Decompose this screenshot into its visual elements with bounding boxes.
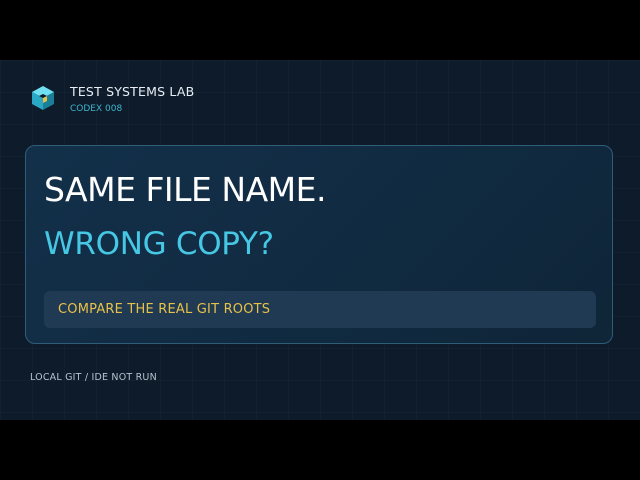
callout-text: COMPARE THE REAL GIT ROOTS [58, 302, 271, 317]
footer-note: LOCAL GIT / IDE NOT RUN [30, 372, 157, 383]
brand-header: TEST SYSTEMS LAB CODEX 008 [30, 84, 194, 116]
brand-text: TEST SYSTEMS LAB CODEX 008 [70, 84, 194, 116]
slide: TEST SYSTEMS LAB CODEX 008 SAME FILE NAM… [0, 60, 640, 420]
callout-banner: COMPARE THE REAL GIT ROOTS [44, 291, 596, 328]
brand-title: TEST SYSTEMS LAB [70, 84, 195, 99]
headline-primary: SAME FILE NAME. [44, 170, 326, 209]
headline-card: SAME FILE NAME. WRONG COPY? COMPARE THE … [25, 145, 613, 344]
headline-secondary: WRONG COPY? [44, 226, 274, 262]
letterbox-frame: TEST SYSTEMS LAB CODEX 008 SAME FILE NAM… [0, 0, 640, 480]
brand-subtitle: CODEX 008 [70, 104, 123, 114]
cube-icon [32, 86, 54, 110]
